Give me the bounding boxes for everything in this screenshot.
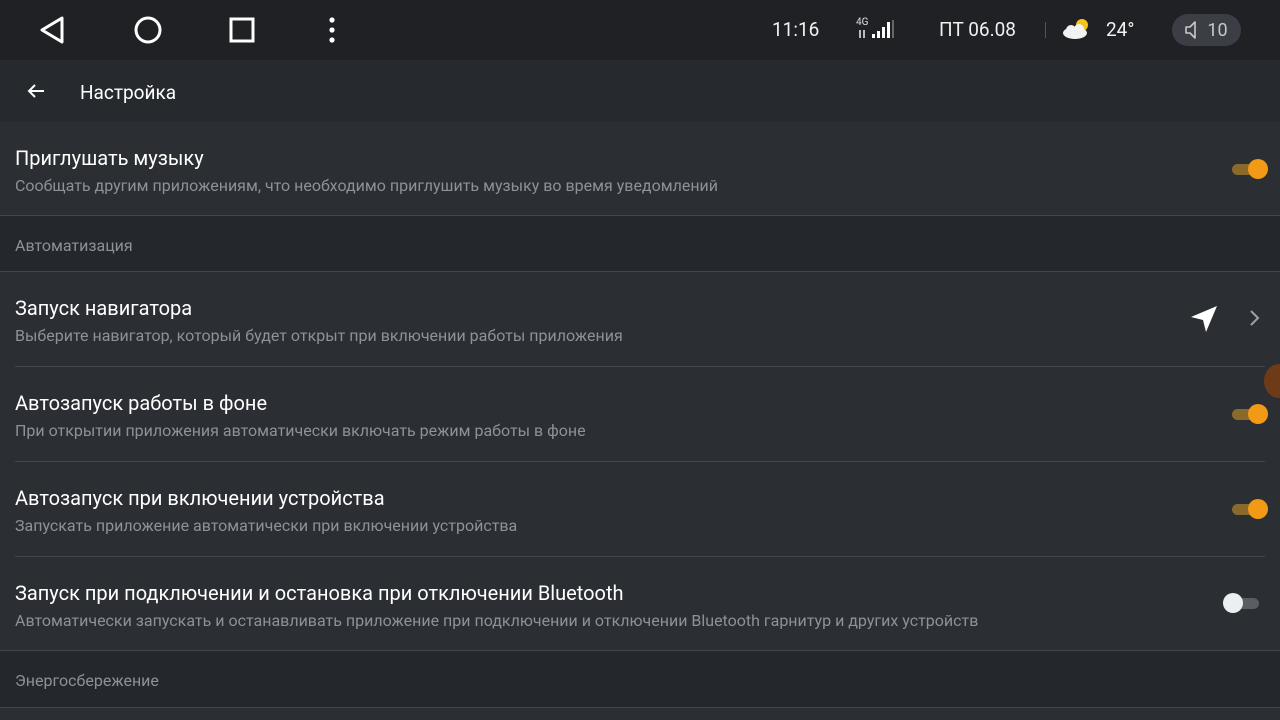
- back-triangle-icon: [40, 16, 64, 44]
- speaker-muted-icon: [1185, 21, 1197, 39]
- signal-indicator: 4G: [856, 18, 902, 42]
- section-label: Автоматизация: [15, 236, 133, 255]
- overflow-menu-icon: [329, 17, 335, 43]
- home-circle-icon: [134, 16, 162, 44]
- setting-subtitle: Запускать приложение автоматически при в…: [15, 516, 518, 535]
- autostart-background-toggle[interactable]: [1230, 402, 1270, 426]
- setting-bluetooth[interactable]: Запуск при подключении и остановка при о…: [0, 557, 1280, 650]
- navigation-arrow-icon: [1191, 306, 1217, 332]
- volume-control[interactable]: 10: [1172, 14, 1241, 46]
- signal-icon: [859, 20, 894, 38]
- setting-subtitle: Автоматически запускать и останавливать …: [15, 611, 979, 630]
- setting-title: Запуск при подключении и остановка при о…: [15, 581, 624, 605]
- back-button[interactable]: [20, 75, 52, 107]
- setting-title: Приглушать музыку: [15, 146, 204, 170]
- recents-nav-button[interactable]: [222, 10, 262, 50]
- arrow-left-icon: [27, 84, 44, 98]
- toggle-thumb: [1248, 404, 1268, 424]
- setting-autostart-background[interactable]: Автозапуск работы в фоне При открытии пр…: [0, 367, 1280, 461]
- recents-square-icon: [229, 17, 255, 43]
- setting-title: Автозапуск работы в фоне: [15, 391, 268, 415]
- volume-level: 10: [1207, 19, 1228, 41]
- home-nav-button[interactable]: [128, 10, 168, 50]
- toggle-thumb: [1223, 593, 1243, 613]
- setting-subtitle: Сообщать другим приложениям, что необход…: [15, 176, 719, 195]
- status-separator: [1045, 22, 1046, 38]
- page-title: Настройка: [80, 81, 177, 104]
- setting-subtitle: При открытии приложения автоматически вк…: [15, 421, 586, 440]
- setting-title: Запуск навигатора: [15, 296, 193, 320]
- bluetooth-toggle[interactable]: [1223, 591, 1263, 615]
- setting-navigator[interactable]: Запуск навигатора Выберите навигатор, ко…: [0, 272, 1280, 366]
- section-header-automation: Автоматизация: [0, 216, 1280, 271]
- status-bar: 11:16 4G ПТ 06.08 24° 10: [0, 0, 1280, 60]
- mute-music-toggle[interactable]: [1230, 157, 1270, 181]
- clock: 11:16: [772, 18, 820, 41]
- back-nav-button[interactable]: [32, 10, 72, 50]
- toggle-thumb: [1248, 499, 1268, 519]
- autostart-boot-toggle[interactable]: [1230, 497, 1270, 521]
- section-header-power-saving: Энергосбережение: [0, 651, 1280, 707]
- section-label: Энергосбережение: [15, 671, 159, 690]
- partly-cloudy-icon: [1063, 19, 1088, 39]
- setting-autostart-boot[interactable]: Автозапуск при включении устройства Запу…: [0, 462, 1280, 556]
- date: ПТ 06.08: [939, 18, 1016, 41]
- chevron-right-icon: [1250, 310, 1260, 326]
- temperature: 24°: [1106, 18, 1135, 41]
- toggle-thumb: [1248, 159, 1268, 179]
- setting-title: Автозапуск при включении устройства: [15, 486, 385, 510]
- overflow-menu-button[interactable]: [312, 10, 352, 50]
- app-toolbar: Настройка: [0, 60, 1280, 122]
- setting-subtitle: Выберите навигатор, который будет открыт…: [15, 326, 623, 345]
- divider: [0, 707, 1280, 708]
- setting-mute-music[interactable]: Приглушать музыку Сообщать другим прилож…: [0, 122, 1280, 215]
